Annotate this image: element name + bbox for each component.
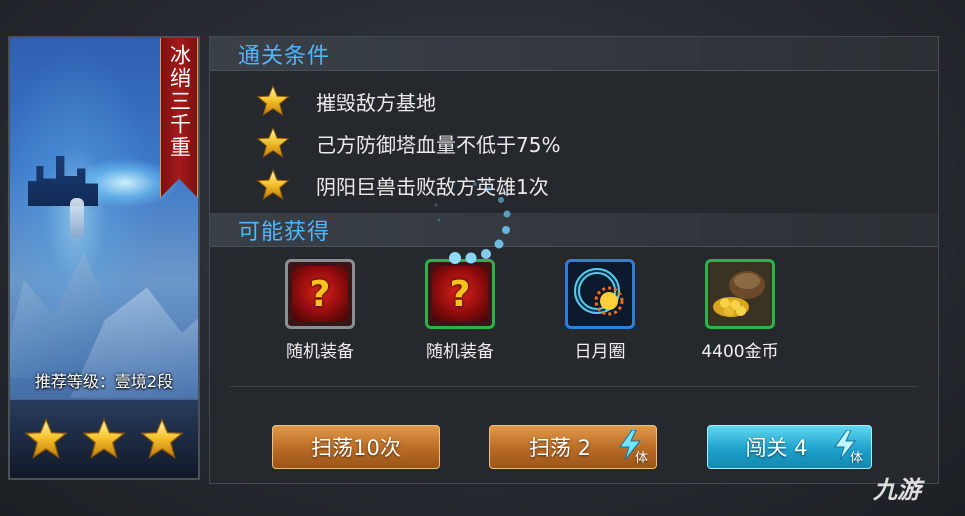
star-icon	[256, 169, 290, 201]
stage-name-banner: 冰绡三千重	[160, 38, 198, 198]
reward-item[interactable]: ? 随机装备	[390, 259, 530, 362]
clear-conditions-header: 通关条件	[210, 37, 938, 71]
stage-art-panel: 冰绡三千重 推荐等级：壹境2段	[8, 36, 200, 480]
reward-frame[interactable]	[565, 259, 635, 329]
condition-item: 己方防御塔血量不低于75%	[256, 123, 560, 163]
reward-label: 4400金币	[701, 342, 779, 362]
reward-item[interactable]: 日月圈	[530, 259, 670, 362]
sweep-10-button[interactable]: 扫荡10次	[272, 425, 440, 469]
reward-frame[interactable]: ?	[285, 259, 355, 329]
stage-name: 冰绡三千重	[167, 44, 192, 159]
reward-label: 日月圈	[574, 342, 626, 362]
reward-frame[interactable]	[705, 259, 775, 329]
rewards-title: 可能获得	[238, 219, 331, 245]
reward-item[interactable]: ? 随机装备	[250, 259, 390, 362]
stage-stars	[10, 399, 198, 478]
challenge-label: 闯关 4	[745, 436, 808, 460]
reward-label: 随机装备	[286, 342, 354, 362]
divider	[230, 386, 918, 387]
loading-spinner-icon	[434, 182, 511, 264]
hero-figure-art	[70, 198, 84, 238]
star-icon	[24, 418, 68, 459]
sweep-label: 扫荡 2	[528, 436, 592, 460]
star-icon	[256, 85, 290, 117]
stage-info-panel: 通关条件 摧毁敌方基地 己方防御塔血量不低于75% 阴阳巨兽击败敌方英雄1次 可…	[209, 36, 939, 484]
clear-conditions-title: 通关条件	[238, 43, 331, 69]
rewards-header: 可能获得	[210, 213, 938, 247]
stamina-label: 体	[634, 451, 648, 466]
reward-list: ? 随机装备 ? 随机装备 日月圈 4400金币	[250, 259, 810, 362]
sweep-10-label: 扫荡10次	[311, 436, 401, 460]
stamina-icon: 体	[618, 429, 648, 466]
star-icon	[140, 418, 184, 459]
sun-moon-ring-icon	[574, 268, 624, 316]
condition-text: 己方防御塔血量不低于75%	[316, 132, 561, 157]
condition-item: 摧毁敌方基地	[256, 81, 436, 121]
reward-frame[interactable]: ?	[425, 259, 495, 329]
watermark: 九游	[873, 476, 921, 504]
mystery-equipment-icon: ?	[432, 266, 488, 322]
mystery-equipment-icon: ?	[292, 266, 348, 322]
condition-text: 摧毁敌方基地	[316, 90, 436, 115]
sweep-button[interactable]: 扫荡 2 体	[489, 425, 657, 469]
star-icon	[82, 418, 126, 459]
stamina-label: 体	[849, 451, 863, 466]
reward-item[interactable]: 4400金币	[670, 259, 810, 362]
stamina-icon: 体	[833, 429, 863, 466]
star-icon	[256, 127, 290, 159]
recommended-level: 推荐等级：壹境2段	[34, 372, 174, 391]
challenge-button[interactable]: 闯关 4 体	[707, 425, 872, 469]
reward-label: 随机装备	[426, 342, 494, 362]
gold-coins-icon	[713, 271, 765, 317]
